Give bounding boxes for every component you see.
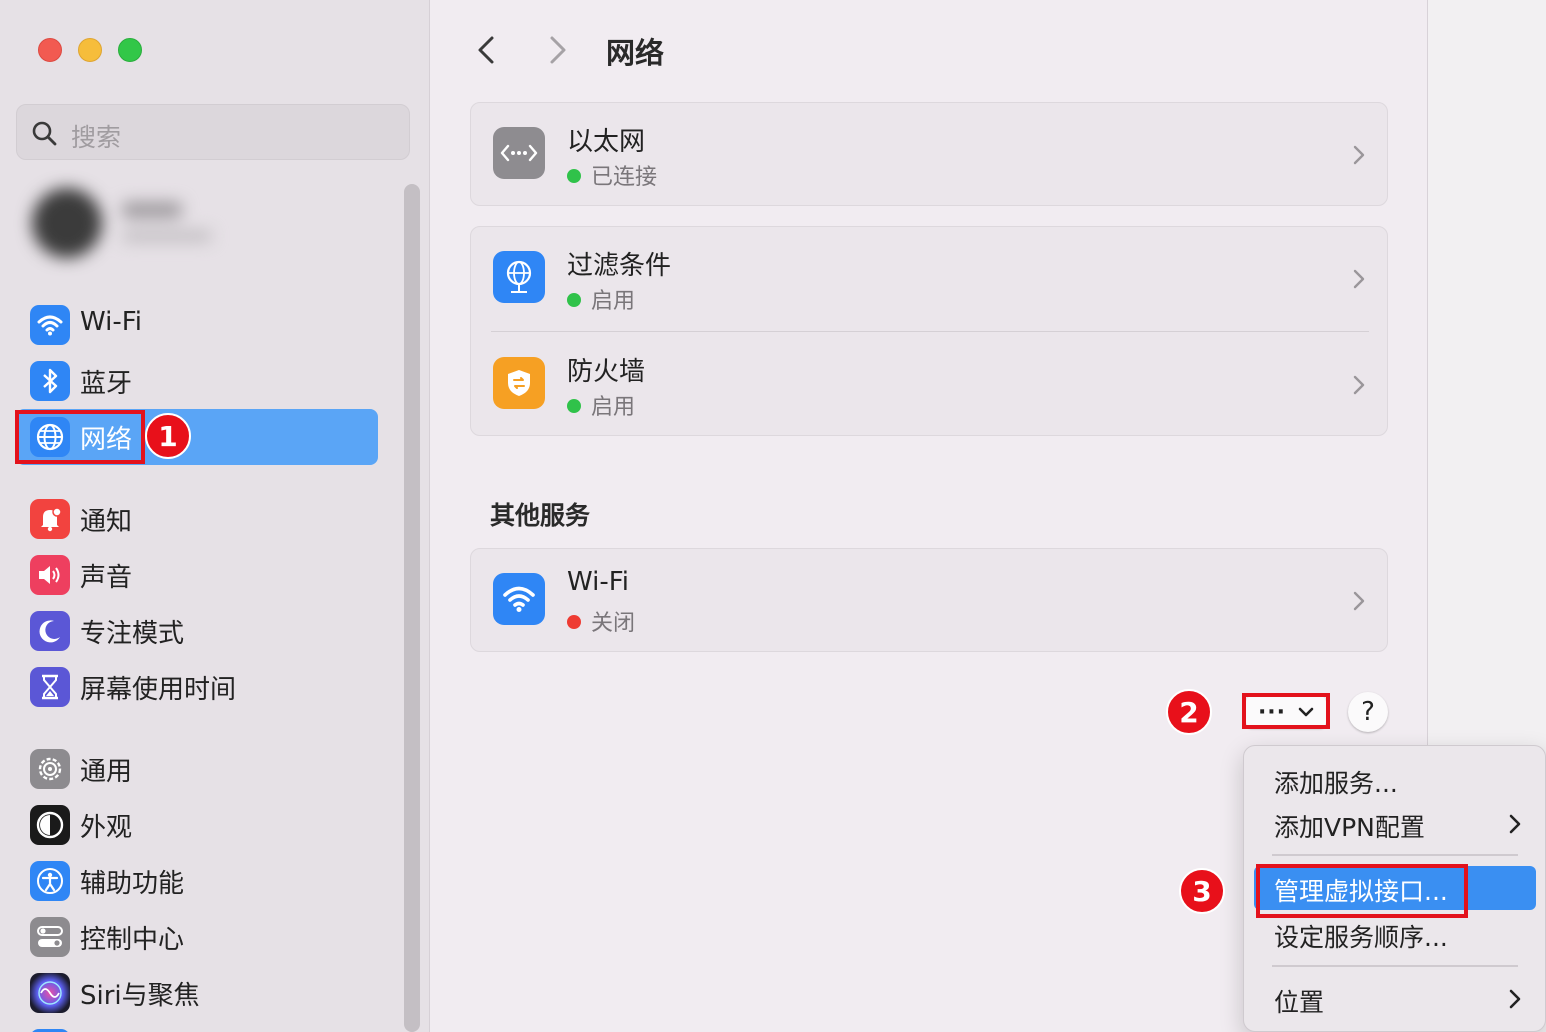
chevron-right-icon bbox=[1353, 591, 1365, 611]
sidebar-scrollbar[interactable] bbox=[404, 184, 420, 1032]
sidebar-item-label: 通用 bbox=[80, 757, 133, 787]
annotation-step-3: 3 bbox=[1179, 868, 1225, 914]
filter-globe-icon bbox=[493, 251, 545, 303]
status-dot bbox=[567, 615, 581, 629]
gear-icon bbox=[30, 749, 70, 789]
status-dot bbox=[567, 293, 581, 307]
chevron-right-icon bbox=[1353, 375, 1365, 395]
menu-separator bbox=[1272, 965, 1518, 967]
sidebar-item-notifications[interactable]: 通知 bbox=[16, 491, 378, 547]
sidebar: 搜索 Wi-Fi 蓝牙 网络 通知 声音 专注模式 屏幕使用时间 通用 外观 辅… bbox=[0, 0, 430, 1032]
sidebar-item-accessibility[interactable]: 辅助功能 bbox=[16, 853, 378, 909]
search-placeholder: 搜索 bbox=[71, 123, 122, 152]
annotation-highlight-more-button bbox=[1242, 693, 1330, 729]
search-icon bbox=[32, 121, 57, 146]
sidebar-item-label: 外观 bbox=[80, 813, 133, 843]
moon-icon bbox=[30, 611, 70, 651]
menu-item-add-service[interactable]: 添加服务... bbox=[1254, 758, 1536, 802]
sidebar-item-label: Siri与聚焦 bbox=[80, 981, 200, 1011]
siri-icon bbox=[30, 973, 70, 1013]
service-row-wifi[interactable]: Wi-Fi 关闭 bbox=[471, 549, 1389, 653]
sidebar-item-label: 通知 bbox=[80, 507, 133, 537]
sidebar-item-appearance[interactable]: 外观 bbox=[16, 797, 378, 853]
menu-separator bbox=[1272, 854, 1518, 856]
sidebar-item-general[interactable]: 通用 bbox=[16, 741, 378, 797]
service-row-firewall[interactable]: 防火墙 启用 bbox=[471, 333, 1389, 437]
forward-button[interactable] bbox=[542, 30, 572, 70]
chevron-right-icon bbox=[1353, 269, 1365, 289]
sidebar-item-label: 屏幕使用时间 bbox=[80, 675, 237, 705]
chevron-right-icon bbox=[1509, 814, 1521, 834]
status-dot bbox=[567, 169, 581, 183]
wifi-icon bbox=[30, 305, 70, 345]
menu-item-set-service-order[interactable]: 设定服务顺序... bbox=[1254, 912, 1536, 956]
annotation-step-1: 1 bbox=[145, 413, 191, 459]
annotation-highlight-network bbox=[15, 410, 145, 464]
service-status: 关闭 bbox=[567, 605, 635, 637]
annotation-step-2: 2 bbox=[1166, 689, 1212, 735]
security-services-card: 过滤条件 启用 防火墙 启用 bbox=[470, 226, 1388, 436]
sidebar-item-focus[interactable]: 专注模式 bbox=[16, 603, 378, 659]
sidebar-item-label: Wi-Fi bbox=[80, 307, 143, 337]
sidebar-item-label: 专注模式 bbox=[80, 619, 185, 649]
status-dot bbox=[567, 399, 581, 413]
menu-item-location[interactable]: 位置 bbox=[1254, 977, 1536, 1021]
service-name: 以太网 bbox=[567, 127, 646, 157]
service-name: 防火墙 bbox=[567, 357, 646, 387]
appearance-icon bbox=[30, 805, 70, 845]
sidebar-item-wifi[interactable]: Wi-Fi bbox=[16, 297, 378, 353]
zoom-window-button[interactable] bbox=[118, 38, 142, 62]
help-button[interactable]: ? bbox=[1348, 692, 1388, 732]
chevron-right-icon bbox=[1353, 145, 1365, 165]
sidebar-item-label: 控制中心 bbox=[80, 925, 185, 955]
page-title: 网络 bbox=[606, 36, 665, 70]
firewall-shield-icon bbox=[493, 357, 545, 409]
bell-icon bbox=[30, 499, 70, 539]
bluetooth-icon bbox=[30, 361, 70, 401]
service-name: 过滤条件 bbox=[567, 251, 672, 281]
toggle-icon bbox=[30, 917, 70, 957]
service-row-filter[interactable]: 过滤条件 启用 bbox=[471, 227, 1389, 331]
close-window-button[interactable] bbox=[38, 38, 62, 62]
sidebar-item-siri-spotlight[interactable]: Siri与聚焦 bbox=[16, 965, 378, 1021]
speaker-icon bbox=[30, 555, 70, 595]
sidebar-item-label: 声音 bbox=[80, 563, 133, 593]
search-field[interactable]: 搜索 bbox=[16, 104, 410, 160]
hourglass-icon bbox=[30, 667, 70, 707]
sidebar-item-bluetooth[interactable]: 蓝牙 bbox=[16, 353, 378, 409]
sidebar-item-sound[interactable]: 声音 bbox=[16, 547, 378, 603]
service-status: 启用 bbox=[567, 283, 635, 315]
annotation-highlight-manage-virtual bbox=[1256, 864, 1468, 918]
sidebar-item-screen-time[interactable]: 屏幕使用时间 bbox=[16, 659, 378, 715]
sidebar-item-label: 蓝牙 bbox=[80, 369, 133, 399]
other-services-heading: 其他服务 bbox=[490, 501, 591, 530]
apple-account-profile[interactable] bbox=[22, 184, 216, 262]
service-name: Wi-Fi bbox=[567, 567, 630, 597]
avatar bbox=[32, 188, 102, 258]
ethernet-card: 以太网 已连接 bbox=[470, 102, 1388, 206]
minimize-window-button[interactable] bbox=[78, 38, 102, 62]
sidebar-item-label: 辅助功能 bbox=[80, 869, 185, 899]
sidebar-item-partial[interactable] bbox=[16, 1021, 378, 1032]
row-divider bbox=[491, 331, 1369, 332]
ethernet-icon bbox=[493, 127, 545, 179]
chevron-right-icon bbox=[1509, 989, 1521, 1009]
back-button[interactable] bbox=[472, 30, 502, 70]
service-status: 启用 bbox=[567, 389, 635, 421]
service-row-ethernet[interactable]: 以太网 已连接 bbox=[471, 103, 1389, 207]
service-status: 已连接 bbox=[567, 159, 657, 191]
wifi-icon bbox=[493, 573, 545, 625]
accessibility-icon bbox=[30, 861, 70, 901]
menu-item-add-vpn[interactable]: 添加VPN配置 bbox=[1254, 802, 1536, 846]
sidebar-item-control-center[interactable]: 控制中心 bbox=[16, 909, 378, 965]
other-services-card: Wi-Fi 关闭 bbox=[470, 548, 1388, 652]
